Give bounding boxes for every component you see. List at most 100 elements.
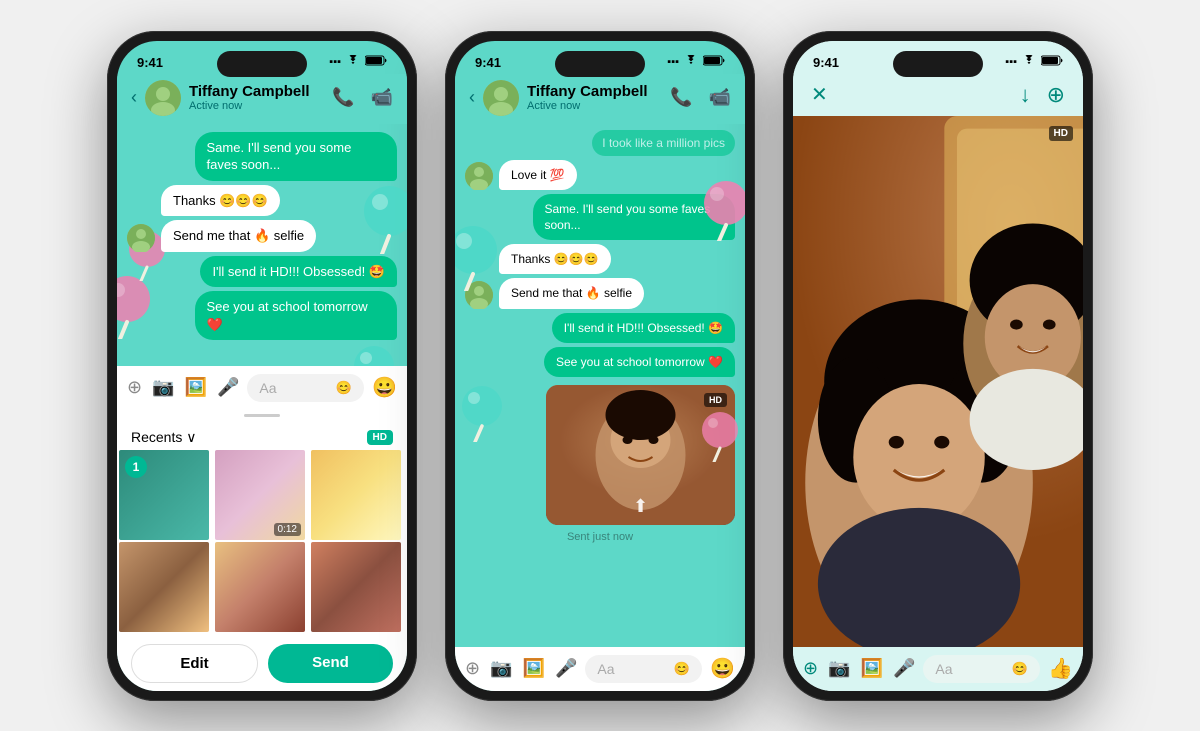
sent-timestamp-p2: Sent just now bbox=[465, 529, 735, 547]
p2-candy-teal bbox=[455, 224, 499, 296]
message-bubble-4: I'll send it HD!!! Obsessed! 🤩 bbox=[200, 256, 397, 288]
messages-area-1: Same. I'll send you some faves soon... T… bbox=[117, 124, 407, 366]
emoji-icon-2[interactable]: 😊 bbox=[674, 661, 690, 677]
media-thumb-6[interactable] bbox=[311, 542, 401, 632]
battery-icon-3 bbox=[1041, 55, 1063, 69]
media-thumb-4[interactable] bbox=[119, 542, 209, 632]
status-time-2: 9:41 bbox=[475, 55, 501, 70]
emoji-sticker-2[interactable]: 😀 bbox=[710, 656, 735, 681]
hd-badge-1[interactable]: HD bbox=[367, 430, 393, 445]
emoji-icon-1[interactable]: 😊 bbox=[336, 380, 352, 396]
media-thumb-5[interactable] bbox=[215, 542, 305, 632]
msg-thanks-p2: Thanks 😊😊😊 bbox=[465, 244, 735, 274]
msg-thanks-p2-bubble: Thanks 😊😊😊 bbox=[499, 244, 611, 274]
wifi-icon-1 bbox=[346, 55, 360, 69]
phone-1-shell: 9:41 ▪▪▪ ‹ bbox=[107, 31, 417, 701]
dynamic-island-2 bbox=[555, 51, 645, 77]
mic-icon-1[interactable]: 🎤 bbox=[217, 377, 239, 398]
video-icon-2[interactable]: 📹 bbox=[709, 87, 731, 108]
share-icon-p2[interactable]: ⬆ bbox=[633, 496, 648, 517]
edit-button-1[interactable]: Edit bbox=[131, 644, 258, 683]
msg-love: Love it 💯 bbox=[465, 160, 735, 190]
battery-icon-2 bbox=[703, 55, 725, 69]
message-row-4: I'll send it HD!!! Obsessed! 🤩 bbox=[127, 256, 397, 288]
add-icon-2[interactable]: ⊕ bbox=[465, 658, 480, 679]
video-duration-1: 0:12 bbox=[274, 523, 301, 536]
photo-view-actions-3: ↓ ⊕ bbox=[1020, 82, 1065, 108]
media-actions-1: Edit Send bbox=[117, 636, 407, 691]
emoji-icon-3[interactable]: 😊 bbox=[1012, 661, 1028, 677]
emoji-sticker-1[interactable]: 😀 bbox=[372, 375, 397, 400]
message-input-3[interactable]: Aa 😊 bbox=[923, 655, 1040, 683]
phone-3-screen: 9:41 ▪▪▪ ✕ ↓ ⊕ bbox=[793, 41, 1083, 691]
header-actions-1: 📞 📹 bbox=[332, 87, 393, 108]
msg-partial-bubble: I took like a million pics bbox=[592, 130, 735, 156]
input-icons-2: ⊕ 📷 🖼️ 🎤 bbox=[465, 658, 577, 679]
send-button-1[interactable]: Send bbox=[268, 644, 393, 683]
back-button-1[interactable]: ‹ bbox=[131, 87, 137, 108]
message-row-2: Thanks 😊😊😊 bbox=[127, 185, 397, 217]
phone-2-screen: 9:41 ▪▪▪ ‹ bbox=[455, 41, 745, 691]
media-thumb-1[interactable]: 1 bbox=[119, 450, 209, 540]
call-icon-2[interactable]: 📞 bbox=[670, 87, 692, 108]
dynamic-island-1 bbox=[217, 51, 307, 77]
close-button-3[interactable]: ✕ bbox=[811, 82, 828, 107]
message-bubble-1: Same. I'll send you some faves soon... bbox=[195, 132, 398, 181]
signal-icon-3: ▪▪▪ bbox=[1005, 56, 1017, 68]
mic-icon-3[interactable]: 🎤 bbox=[893, 658, 915, 679]
photo-icon-1[interactable]: 🖼️ bbox=[185, 377, 207, 398]
p2-candy-pink bbox=[702, 179, 745, 246]
status-icons-2: ▪▪▪ bbox=[667, 55, 725, 69]
msg-obsessed-p2: I'll send it HD!!! Obsessed! 🤩 bbox=[465, 313, 735, 343]
status-icons-3: ▪▪▪ bbox=[1005, 55, 1063, 69]
msg-selfie-p2-bubble: Send me that 🔥 selfie bbox=[499, 278, 644, 308]
status-time-1: 9:41 bbox=[137, 55, 163, 70]
msg-seeyou-p2-bubble: See you at school tomorrow ❤️ bbox=[544, 347, 735, 377]
input-icons-3: ⊕ 📷 🖼️ 🎤 bbox=[803, 658, 915, 679]
msg-love-bubble: Love it 💯 bbox=[499, 160, 577, 190]
photo-icon-2[interactable]: 🖼️ bbox=[523, 658, 545, 679]
input-bar-1: ⊕ 📷 🖼️ 🎤 Aa 😊 😀 bbox=[117, 366, 407, 410]
media-thumb-3[interactable] bbox=[311, 450, 401, 540]
messages-area-2: I took like a million pics Love it 💯 bbox=[455, 124, 745, 647]
photo-icon-3[interactable]: 🖼️ bbox=[861, 658, 883, 679]
hd-badge-photo-3: HD bbox=[1049, 126, 1073, 141]
status-icons-1: ▪▪▪ bbox=[329, 55, 387, 69]
phone-1: 9:41 ▪▪▪ ‹ bbox=[107, 31, 417, 701]
message-input-2[interactable]: Aa 😊 bbox=[585, 655, 702, 683]
mic-icon-2[interactable]: 🎤 bbox=[555, 658, 577, 679]
avatar-small-1 bbox=[127, 224, 155, 252]
msg-partial: I took like a million pics bbox=[465, 130, 735, 156]
signal-icon-1: ▪▪▪ bbox=[329, 56, 341, 68]
options-icon-3[interactable]: ⊕ bbox=[1047, 82, 1065, 108]
camera-icon-1[interactable]: 📷 bbox=[152, 377, 174, 398]
contact-status-2: Active now bbox=[527, 100, 662, 112]
phone-2-shell: 9:41 ▪▪▪ ‹ bbox=[445, 31, 755, 701]
message-bubble-3: Send me that 🔥 selfie bbox=[161, 220, 316, 252]
phone-3: 9:41 ▪▪▪ ✕ ↓ ⊕ bbox=[783, 31, 1093, 701]
input-icons-1: ⊕ 📷 🖼️ 🎤 bbox=[127, 377, 239, 398]
camera-icon-3[interactable]: 📷 bbox=[828, 658, 850, 679]
back-button-2[interactable]: ‹ bbox=[469, 87, 475, 108]
message-row-5: See you at school tomorrow ❤️ bbox=[127, 291, 397, 340]
download-icon-3[interactable]: ↓ bbox=[1020, 82, 1031, 108]
input-bar-3: ⊕ 📷 🖼️ 🎤 Aa 😊 👍 bbox=[793, 647, 1083, 691]
camera-icon-2[interactable]: 📷 bbox=[490, 658, 512, 679]
media-grid-1: 1 0:12 bbox=[117, 450, 407, 636]
signal-icon-2: ▪▪▪ bbox=[667, 56, 679, 68]
message-bubble-5: See you at school tomorrow ❤️ bbox=[195, 291, 398, 340]
thumbsup-3[interactable]: 👍 bbox=[1048, 656, 1073, 681]
msg-selfie-p2: Send me that 🔥 selfie bbox=[465, 278, 735, 308]
add-icon-3[interactable]: ⊕ bbox=[803, 658, 818, 679]
hd-overlay-p2: HD bbox=[704, 393, 727, 407]
call-icon-1[interactable]: 📞 bbox=[332, 87, 354, 108]
msg-same: Same. I'll send you some faves soon... bbox=[465, 194, 735, 240]
media-thumb-2[interactable]: 0:12 bbox=[215, 450, 305, 540]
message-input-1[interactable]: Aa 😊 bbox=[247, 374, 364, 402]
message-row-1: Same. I'll send you some faves soon... bbox=[127, 132, 397, 181]
recents-label[interactable]: Recents ∨ bbox=[131, 429, 197, 446]
video-icon-1[interactable]: 📹 bbox=[371, 87, 393, 108]
candy-decoration-3 bbox=[352, 344, 397, 366]
phone-3-shell: 9:41 ▪▪▪ ✕ ↓ ⊕ bbox=[783, 31, 1093, 701]
add-icon-1[interactable]: ⊕ bbox=[127, 377, 142, 398]
